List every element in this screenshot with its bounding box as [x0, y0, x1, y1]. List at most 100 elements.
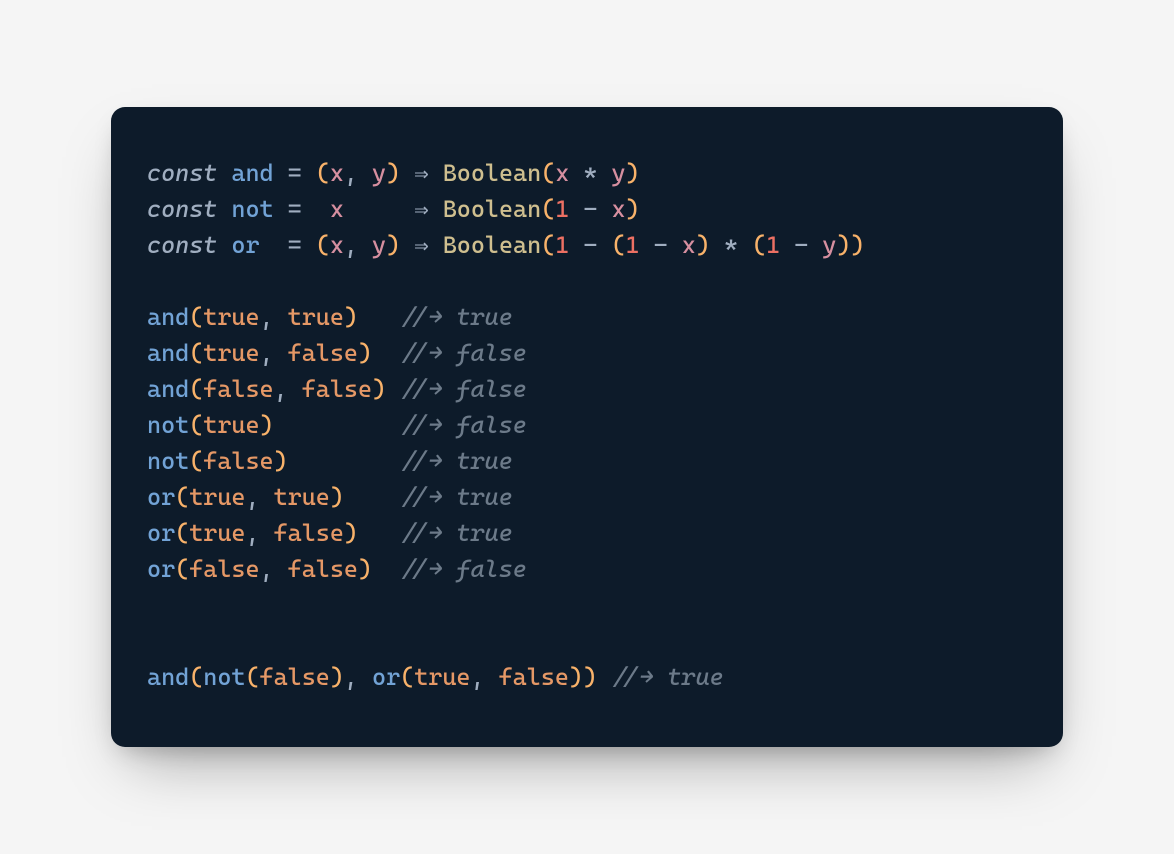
op-token: = — [288, 195, 302, 223]
var-token: x — [330, 159, 344, 187]
par-token: ( — [400, 663, 414, 691]
bool-token: true — [189, 483, 245, 511]
op-token: ⇒ — [414, 159, 428, 187]
punc-token: , — [470, 663, 484, 691]
space-token — [274, 159, 288, 187]
num-token: 1 — [626, 231, 640, 259]
par-token: ( — [189, 447, 203, 475]
kw-token: const — [147, 159, 217, 187]
space-token — [217, 195, 231, 223]
op-token: - — [794, 231, 808, 259]
fn-token: and — [147, 663, 189, 691]
fn-token: and — [147, 375, 189, 403]
code-line: or(true, false) //→ true — [147, 519, 513, 547]
bool-token: true — [189, 519, 245, 547]
bool-token: false — [189, 555, 259, 583]
space-token — [358, 303, 400, 331]
space-token — [738, 231, 752, 259]
fn-token: not — [147, 411, 189, 439]
type-token: Boolean — [443, 231, 541, 259]
space-token — [668, 231, 682, 259]
bool-token: false — [203, 375, 273, 403]
bool-token: true — [203, 339, 259, 367]
par-token: ( — [316, 159, 330, 187]
bool-token: false — [288, 339, 358, 367]
par-token: )) — [836, 231, 864, 259]
space-token — [217, 159, 231, 187]
var-token: y — [372, 159, 386, 187]
par-token: ( — [189, 663, 203, 691]
par-token: ( — [752, 231, 766, 259]
bool-token: false — [288, 555, 358, 583]
par-token: ) — [260, 411, 274, 439]
space-token — [274, 411, 401, 439]
op-token: = — [288, 231, 302, 259]
space-token — [358, 159, 372, 187]
code-block: const and = (x, y) ⇒ Boolean(x * y) cons… — [147, 155, 1027, 695]
fn-token: not — [147, 447, 189, 475]
space-token — [358, 231, 372, 259]
code-line — [147, 267, 161, 295]
code-line: not(true) //→ false — [147, 411, 527, 439]
par-token: ) — [330, 663, 344, 691]
space-token — [260, 231, 288, 259]
var-token: x — [682, 231, 696, 259]
code-line: not(false) //→ true — [147, 447, 513, 475]
code-line: const and = (x, y) ⇒ Boolean(x * y) — [147, 159, 640, 187]
op-token: * — [724, 231, 738, 259]
code-line: or(false, false) //→ false — [147, 555, 527, 583]
bool-token: true — [274, 483, 330, 511]
par-token: ( — [189, 339, 203, 367]
par-token: ) — [344, 303, 358, 331]
kw-token: const — [147, 231, 217, 259]
var-token: x — [330, 231, 344, 259]
par-token: ( — [189, 375, 203, 403]
bool-token: false — [203, 447, 273, 475]
var-token: x — [555, 159, 569, 187]
space-token — [569, 195, 583, 223]
op-token: * — [583, 159, 597, 187]
par-token: ( — [541, 195, 555, 223]
bool-token: false — [302, 375, 372, 403]
par-token: )) — [569, 663, 597, 691]
par-token: ( — [189, 303, 203, 331]
punc-token: , — [245, 519, 259, 547]
par-token: ) — [626, 195, 640, 223]
space-token — [597, 231, 611, 259]
space-token — [302, 195, 330, 223]
op-token: ⇒ — [414, 231, 428, 259]
bool-token: false — [274, 519, 344, 547]
par-token: ) — [358, 339, 372, 367]
bool-token: true — [203, 411, 259, 439]
fn-token: or — [372, 663, 400, 691]
op-token: - — [583, 231, 597, 259]
space-token — [274, 303, 288, 331]
punc-token: , — [260, 555, 274, 583]
par-token: ) — [358, 555, 372, 583]
space-token — [358, 663, 372, 691]
cmt-token: //→ true — [400, 303, 513, 331]
par-token: ( — [541, 159, 555, 187]
par-token: ) — [386, 231, 400, 259]
punc-token: , — [260, 339, 274, 367]
bool-token: true — [288, 303, 344, 331]
space-token — [302, 231, 316, 259]
op-token: - — [583, 195, 597, 223]
punc-token: , — [260, 303, 274, 331]
num-token: 1 — [555, 195, 569, 223]
cmt-token: //→ false — [400, 411, 527, 439]
space-token — [400, 231, 414, 259]
space-token — [386, 375, 400, 403]
space-token — [344, 195, 414, 223]
space-token — [274, 195, 288, 223]
num-token: 1 — [766, 231, 780, 259]
bool-token: false — [499, 663, 569, 691]
fn-token: or — [147, 555, 175, 583]
space-token — [780, 231, 794, 259]
code-card: const and = (x, y) ⇒ Boolean(x * y) cons… — [111, 107, 1063, 747]
code-line: and(false, false) //→ false — [147, 375, 527, 403]
fn-token: or — [147, 483, 175, 511]
space-token — [302, 159, 316, 187]
cmt-token: //→ true — [611, 663, 724, 691]
space-token — [274, 555, 288, 583]
